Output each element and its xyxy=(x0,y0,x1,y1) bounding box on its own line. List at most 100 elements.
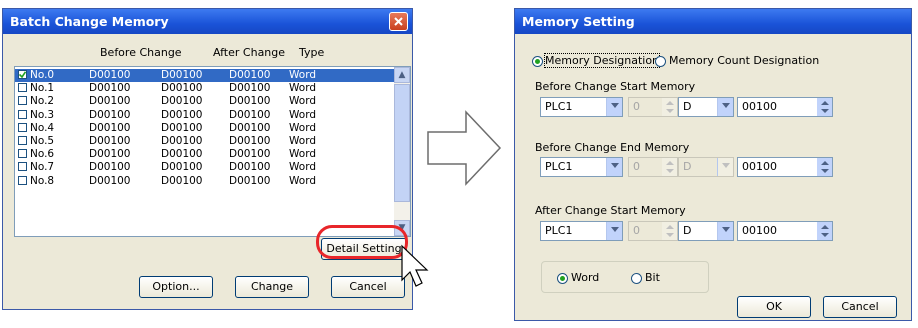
row-after: D00100 xyxy=(229,108,271,121)
row-number: No.1 xyxy=(30,82,55,95)
word-label[interactable]: Word xyxy=(571,271,599,284)
after-start-address-input[interactable]: 00100 xyxy=(737,221,833,241)
row-number: No.7 xyxy=(30,161,55,174)
right-arrow-icon xyxy=(427,110,502,186)
dialog-title: Batch Change Memory xyxy=(3,9,412,34)
list-item[interactable]: No.3 D00100 D00100 D00100 Word xyxy=(15,109,394,122)
after-start-device-select[interactable]: D xyxy=(678,221,734,241)
row-after: D00100 xyxy=(229,121,271,134)
before-end-address-input[interactable]: 00100 xyxy=(737,157,833,177)
row-before: D00100 xyxy=(89,161,131,174)
before-end-label: Before Change End Memory xyxy=(535,141,690,154)
chevron-down-icon xyxy=(721,103,730,108)
row-checkbox[interactable] xyxy=(18,149,27,159)
row-checkbox[interactable] xyxy=(18,83,27,93)
list-item[interactable]: No.8 D00100 D00100 D00100 Word xyxy=(15,175,394,188)
row-checkbox[interactable] xyxy=(18,162,27,172)
row-type: Word xyxy=(289,82,316,95)
dialog-title: Memory Setting xyxy=(515,9,911,34)
before-start-station-spin: 0 xyxy=(628,97,678,117)
before-start-label: Before Change Start Memory xyxy=(535,80,696,93)
cancel-button[interactable]: Cancel xyxy=(823,296,897,318)
scroll-thumb[interactable] xyxy=(394,84,410,202)
chevron-down-icon xyxy=(610,227,619,232)
row-mid: D00100 xyxy=(161,121,203,134)
row-mid: D00100 xyxy=(161,69,203,81)
row-before: D00100 xyxy=(89,174,131,187)
row-mid: D00100 xyxy=(161,82,203,95)
option-button[interactable]: Option... xyxy=(139,276,213,298)
close-icon xyxy=(394,17,403,26)
row-mid: D00100 xyxy=(161,161,203,174)
row-number: No.8 xyxy=(30,174,55,187)
row-number: No.5 xyxy=(30,135,55,147)
before-end-device-select: D xyxy=(678,157,734,177)
row-checkbox[interactable] xyxy=(18,109,27,119)
cancel-button[interactable]: Cancel xyxy=(331,276,405,298)
before-end-station-spin: 0 xyxy=(628,157,678,177)
row-after: D00100 xyxy=(229,95,271,108)
before-start-device-select[interactable]: D xyxy=(678,97,734,117)
memory-list[interactable]: No.0 D00100 D00100 D00100 Word No.1 D00100 D001… xyxy=(14,66,411,237)
row-number: No.0 xyxy=(30,69,55,81)
row-mid: D00100 xyxy=(161,135,203,147)
change-button[interactable]: Change xyxy=(235,276,309,298)
after-start-plc-select[interactable]: PLC1 xyxy=(540,221,623,241)
before-start-plc-select[interactable]: PLC1 xyxy=(540,97,623,117)
row-type: Word xyxy=(289,161,316,174)
row-before: D00100 xyxy=(89,69,131,81)
row-checkbox[interactable] xyxy=(18,136,27,145)
list-item[interactable]: No.4 D00100 D00100 D00100 Word xyxy=(15,122,394,135)
row-after: D00100 xyxy=(229,174,271,187)
row-type: Word xyxy=(289,174,316,187)
list-item[interactable]: No.0 D00100 D00100 D00100 Word xyxy=(15,69,394,82)
row-after: D00100 xyxy=(229,161,271,174)
detail-setting-highlight xyxy=(316,225,408,259)
ok-button[interactable]: OK xyxy=(737,296,811,318)
row-type: Word xyxy=(289,108,316,121)
list-item[interactable]: No.1 D00100 D00100 D00100 Word xyxy=(15,82,394,95)
row-before: D00100 xyxy=(89,148,131,161)
bit-radio[interactable] xyxy=(631,273,642,284)
before-end-plc-select[interactable]: PLC1 xyxy=(540,157,623,177)
row-number: No.2 xyxy=(30,95,55,108)
row-number: No.3 xyxy=(30,108,55,121)
memory-designation-label[interactable]: Memory Designation xyxy=(543,53,661,68)
column-header-type: Type xyxy=(299,46,325,59)
mouse-cursor-icon xyxy=(401,244,429,287)
row-mid: D00100 xyxy=(161,174,203,187)
word-radio[interactable] xyxy=(557,273,568,284)
row-after: D00100 xyxy=(229,148,271,161)
memory-count-designation-radio[interactable] xyxy=(655,56,666,67)
close-button[interactable] xyxy=(389,12,408,31)
memory-designation-radio[interactable] xyxy=(532,56,543,67)
row-before: D00100 xyxy=(89,108,131,121)
row-number: No.4 xyxy=(30,121,55,134)
list-item[interactable]: No.7 D00100 D00100 D00100 Word xyxy=(15,161,394,174)
row-mid: D00100 xyxy=(161,108,203,121)
before-start-address-input[interactable]: 00100 xyxy=(737,97,833,117)
row-checkbox[interactable] xyxy=(18,70,27,79)
row-before: D00100 xyxy=(89,95,131,108)
after-start-station-spin: 0 xyxy=(628,221,678,241)
memory-count-designation-label[interactable]: Memory Count Designation xyxy=(669,54,819,67)
scroll-up-button[interactable]: ▲ xyxy=(394,67,410,83)
list-item[interactable]: No.2 D00100 D00100 D00100 Word xyxy=(15,95,394,108)
row-checkbox[interactable] xyxy=(18,96,27,106)
row-mid: D00100 xyxy=(161,95,203,108)
list-item[interactable]: No.6 D00100 D00100 D00100 Word xyxy=(15,148,394,161)
list-item[interactable]: No.5 D00100 D00100 D00100 Word xyxy=(15,135,394,148)
row-after: D00100 xyxy=(229,69,271,81)
vertical-scrollbar[interactable]: ▲ ▼ xyxy=(394,67,410,236)
bit-label[interactable]: Bit xyxy=(645,271,660,284)
row-after: D00100 xyxy=(229,135,271,147)
row-type: Word xyxy=(289,69,316,81)
batch-change-memory-dialog: Batch Change Memory Before Change After … xyxy=(2,8,413,310)
row-number: No.6 xyxy=(30,148,55,161)
chevron-down-icon xyxy=(610,103,619,108)
row-type: Word xyxy=(289,148,316,161)
row-mid: D00100 xyxy=(161,148,203,161)
row-checkbox[interactable] xyxy=(18,175,27,185)
row-checkbox[interactable] xyxy=(18,122,27,132)
chevron-down-icon xyxy=(610,163,619,168)
